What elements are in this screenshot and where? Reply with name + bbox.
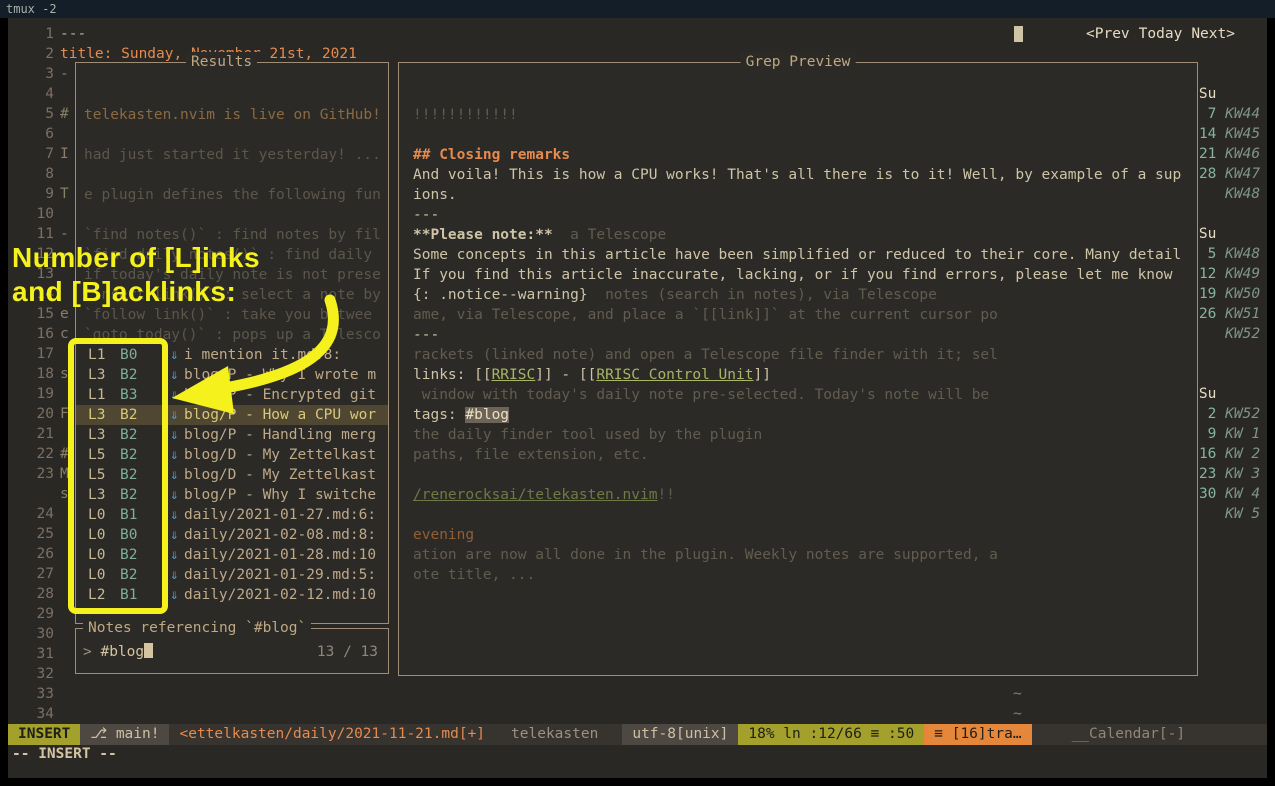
result-entry-label: daily/2021-02-08.md:8: — [184, 525, 376, 545]
calendar-week-number: KW45 — [1216, 126, 1260, 142]
filename-segment: <ettelkasten/daily/2021-11-21.md[+] — [169, 724, 495, 745]
preview-line: ation are now all done in the plugin. We… — [413, 545, 998, 565]
calendar-week-number: KW52 — [1216, 326, 1260, 342]
annotation-highlight-box — [68, 338, 168, 614]
empty-line-tilde: ~ — [1013, 684, 1022, 704]
preview-line: rackets (linked note) and open a Telesco… — [413, 345, 998, 365]
result-entry-label: daily/2021-02-12.md:10 — [184, 585, 376, 605]
grep-preview-window: Grep Preview !!!!!!!!!!!!## Closing rema… — [398, 62, 1198, 676]
buffer-bleedthrough-text: `follow link()` : take you betwee — [84, 305, 372, 325]
calendar-week-number: KW49 — [1216, 266, 1260, 282]
calendar-week-number — [1216, 86, 1225, 102]
filetype-indicator: telekasten — [495, 724, 608, 745]
calendar-week-number: KW 5 — [1216, 506, 1260, 522]
markdown-file-icon: ⇓ — [170, 465, 179, 485]
calendar-week-number — [1216, 366, 1225, 382]
result-entry-label: daily/2021-01-28.md:10 — [184, 545, 376, 565]
preview-line: /renerocksai/telekasten.nvim!! — [413, 485, 675, 505]
cursor-position-segment: 18% ln :12/66 ≡ :50 — [738, 724, 924, 745]
markdown-file-icon: ⇓ — [170, 345, 179, 365]
result-entry-label: blog/P - Encrypted git — [184, 385, 376, 405]
preview-line: --- — [413, 205, 439, 225]
preview-line: window with today's daily note pre-selec… — [413, 385, 989, 405]
preview-line: Some concepts in this article have been … — [413, 245, 1181, 265]
preview-line: ## Closing remarks — [413, 145, 570, 165]
result-counter: 13 / 13 — [317, 642, 378, 662]
markdown-file-icon: ⇓ — [170, 385, 179, 405]
result-entry-label: blog/P - Handling merg — [184, 425, 376, 445]
encoding-indicator: utf-8[unix] — [622, 724, 738, 745]
result-entry-label: blog/D - My Zettelkast — [184, 445, 376, 465]
calendar-statusline: __Calendar[-] — [1032, 724, 1267, 745]
prompt-query-text: #blog — [100, 644, 144, 660]
calendar-week-number: KW 1 — [1216, 426, 1260, 442]
markdown-file-icon: ⇓ — [170, 365, 179, 385]
preview-line: ame, via Telescope, and place a `[[link]… — [413, 305, 998, 325]
result-entry-label: daily/2021-01-27.md:6: — [184, 505, 376, 525]
result-entry-label: i mention it.md:8: — [184, 345, 341, 365]
prompt-window: Notes referencing `#blog` > #blog 13 / 1… — [75, 628, 389, 674]
markdown-file-icon: ⇓ — [170, 425, 179, 445]
markdown-file-icon: ⇓ — [170, 505, 179, 525]
markdown-file-icon: ⇓ — [170, 565, 179, 585]
result-entry-label: blog/P - How a CPU wor — [184, 405, 376, 425]
markdown-file-icon: ⇓ — [170, 485, 179, 505]
calendar-week-number — [1216, 226, 1225, 242]
calendar-week-number: KW47 — [1216, 166, 1260, 182]
markdown-file-icon: ⇓ — [170, 585, 179, 605]
preview-line: If you find this article inaccurate, lac… — [413, 265, 1173, 285]
calendar-week-number: KW48 — [1216, 186, 1260, 202]
statusline: INSERT ⎇ main! <ettelkasten/daily/2021-1… — [8, 724, 1267, 745]
result-entry-label: daily/2021-01-29.md:5: — [184, 565, 376, 585]
buffer-bleedthrough-text: telekasten.nvim is live on GitHub! — [84, 105, 381, 125]
calendar-week-number: KW52 — [1216, 406, 1260, 422]
tab-indicator: ≡ [16]tra… — [924, 724, 1031, 745]
calendar-week-number: KW 4 — [1216, 486, 1260, 502]
calendar-week-number: KW 2 — [1216, 446, 1260, 462]
grep-preview-title: Grep Preview — [741, 52, 856, 72]
preview-line: !!!!!!!!!!!! — [413, 105, 518, 125]
preview-line: --- — [413, 325, 439, 345]
markdown-file-icon: ⇓ — [170, 545, 179, 565]
buffer-bleedthrough-text: e plugin defines the following fun — [84, 185, 381, 205]
mode-indicator: INSERT — [8, 724, 80, 745]
annotation-text-line1: Number of [L]inks — [12, 242, 260, 274]
preview-line: the daily finder tool used by the plugin — [413, 425, 762, 445]
preview-line: **Please note:** a Telescope — [413, 225, 666, 245]
mode-message: -- INSERT -- — [12, 746, 117, 762]
calendar-cursor-block — [1014, 26, 1023, 42]
preview-line: tags: #blog — [413, 405, 509, 425]
calendar-week-number: KW44 — [1216, 106, 1260, 122]
empty-line-tilde: ~ — [1013, 704, 1022, 724]
buffer-bleedthrough-text: had just started it yesterday! ... — [84, 145, 381, 165]
preview-line: {: .notice--warning} notes (search in no… — [413, 285, 937, 305]
annotation-text-line2: and [B]acklinks: — [12, 276, 236, 308]
results-title: Results — [186, 52, 257, 72]
preview-line: ote title, ... — [413, 565, 535, 585]
calendar-week-number: KW 3 — [1216, 466, 1260, 482]
prompt-title: Notes referencing `#blog` — [83, 618, 311, 638]
markdown-file-icon: ⇓ — [170, 405, 179, 425]
calendar-week-number: KW51 — [1216, 306, 1260, 322]
preview-line: links: [[RRISC]] - [[RRISC Control Unit]… — [413, 365, 771, 385]
preview-line: evening — [413, 525, 474, 545]
result-entry-label: blog/P - Why I switche — [184, 485, 376, 505]
markdown-file-icon: ⇓ — [170, 525, 179, 545]
prompt-prefix-icon: > — [83, 644, 100, 660]
preview-line: paths, file extension, etc. — [413, 445, 649, 465]
git-branch-segment: ⎇ main! — [80, 724, 169, 745]
preview-line: ions. — [413, 185, 457, 205]
calendar-week-number: KW46 — [1216, 146, 1260, 162]
calendar-week-number: KW50 — [1216, 286, 1260, 302]
text-cursor — [144, 643, 153, 658]
calendar-week-number — [1216, 386, 1225, 402]
preview-line: And voila! This is how a CPU works! That… — [413, 165, 1181, 185]
telescope-prompt-input[interactable]: > #blog — [83, 642, 153, 662]
result-entry-label: blog/P - Why I wrote m — [184, 365, 376, 385]
markdown-file-icon: ⇓ — [170, 445, 179, 465]
calendar-week-number: KW48 — [1216, 246, 1260, 262]
result-entry-label: blog/D - My Zettelkast — [184, 465, 376, 485]
